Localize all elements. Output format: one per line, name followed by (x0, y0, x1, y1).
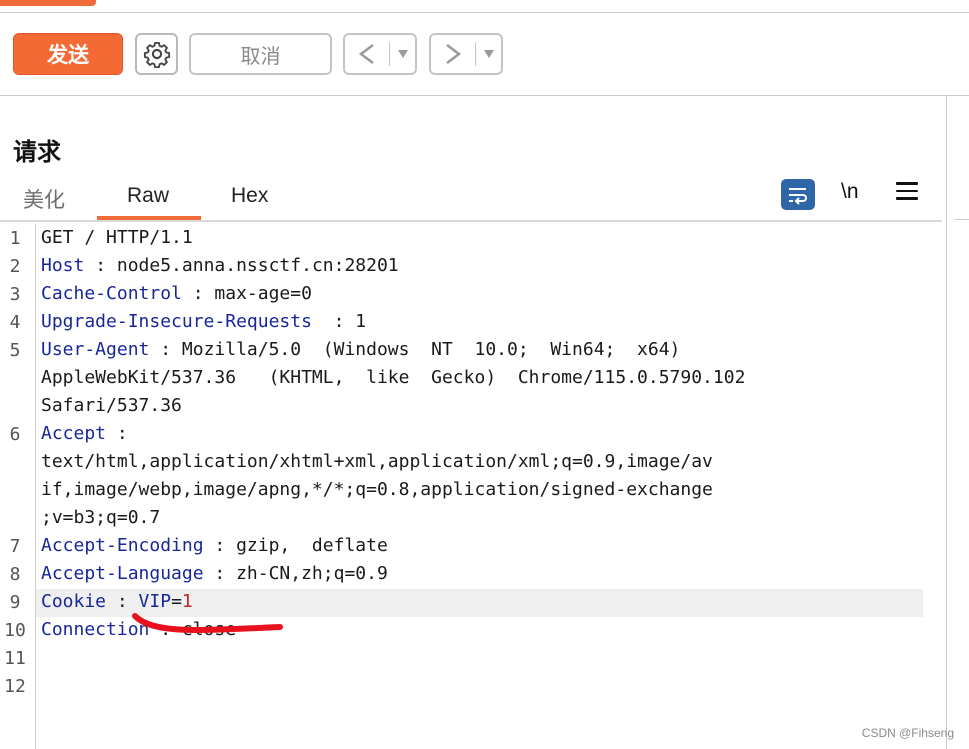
active-tab-indicator (97, 216, 201, 220)
code-line-user-agent-wrap: AppleWebKit/537.36 (KHTML, like Gecko) C… (41, 364, 745, 392)
chevron-left-icon (345, 43, 389, 65)
cancel-button[interactable]: 取消 (189, 33, 332, 75)
header-name: Cache-Control (41, 283, 182, 304)
send-button[interactable]: 发送 (13, 33, 123, 75)
code-line-accept-wrap: ;v=b3;q=0.7 (41, 504, 160, 532)
code-line-accept-wrap: if,image/webp,image/apng,*/*;q=0.8,appli… (41, 476, 713, 504)
line-number: 2 (9, 256, 21, 277)
header-separator: : (203, 563, 237, 584)
word-wrap-button[interactable] (781, 179, 815, 210)
header-value: ;v=b3;q=0.7 (41, 507, 161, 528)
header-name: Upgrade-Insecure-Requests (41, 311, 312, 332)
line-number: 10 (4, 620, 26, 641)
line-number: 12 (4, 676, 26, 697)
code-line-upgrade-insecure: Upgrade-Insecure-Requests : 1 (41, 308, 366, 336)
header-name: Host (41, 255, 85, 276)
header-name: Accept-Language (41, 563, 204, 584)
tab-pretty[interactable]: 美化 (23, 184, 65, 214)
code-line-accept-wrap: text/html,application/xhtml+xml,applicat… (41, 448, 713, 476)
line-number: 3 (9, 284, 21, 305)
header-value: node5.anna.nssctf.cn:28201 (116, 255, 399, 276)
header-separator: : (106, 423, 128, 444)
top-strip (0, 0, 969, 13)
header-name: Accept (41, 423, 107, 444)
watermark: CSDN @Fihseng (861, 726, 954, 740)
header-value: zh-CN,zh;q=0.9 (236, 563, 388, 584)
gear-icon (143, 41, 170, 68)
code-line-user-agent-wrap: Safari/537.36 (41, 392, 182, 420)
line-number: 11 (4, 648, 26, 669)
line-number: 9 (9, 592, 21, 613)
back-button[interactable] (343, 33, 417, 75)
forward-button[interactable] (429, 33, 503, 75)
header-value: 1 (355, 311, 367, 332)
hamburger-menu-icon[interactable] (896, 182, 918, 205)
code-line-accept: Accept : (41, 420, 128, 448)
pane-divider (954, 219, 969, 220)
header-value: text/html,application/xhtml+xml,applicat… (41, 451, 713, 472)
tab-hex[interactable]: Hex (231, 184, 268, 208)
header-name: Cookie (41, 591, 107, 612)
code-line-request: GET / HTTP/1.1 (41, 224, 193, 252)
request-toolbar: 发送 取消 (0, 13, 969, 96)
header-separator: : (181, 283, 215, 304)
word-wrap-icon (789, 187, 807, 205)
line-number: 5 (9, 340, 21, 361)
header-separator: : (311, 311, 356, 332)
line-number: 4 (9, 312, 21, 333)
tab-raw[interactable]: Raw (127, 184, 169, 208)
show-newlines-toggle[interactable]: \n (841, 180, 859, 204)
header-separator: : (149, 339, 182, 360)
caret-down-icon[interactable] (390, 50, 415, 58)
caret-down-icon[interactable] (476, 50, 501, 58)
line-number: 6 (9, 424, 21, 445)
request-line: GET / HTTP/1.1 (41, 227, 193, 248)
line-number: 8 (9, 564, 21, 585)
raw-request-editor[interactable]: 1 2 3 4 5 6 7 8 9 10 11 12 GET / HTTP/1.… (0, 224, 942, 749)
header-value: gzip, deflate (236, 535, 388, 556)
code-line-cache-control: Cache-Control : max-age=0 (41, 280, 312, 308)
header-value: Safari/537.36 (41, 395, 182, 416)
red-annotation-stroke (132, 613, 283, 634)
panel-title: 请求 (13, 139, 61, 166)
header-value: max-age=0 (214, 283, 312, 304)
header-value: if,image/webp,image/apng,*/*;q=0.8,appli… (41, 479, 713, 500)
active-tab-accent (0, 0, 96, 6)
line-number: 7 (9, 536, 21, 557)
header-separator: : (203, 535, 237, 556)
chevron-right-icon (431, 43, 475, 65)
header-value: Mozilla/5.0 (Windows NT 10.0; Win64; x64… (181, 339, 681, 360)
code-line-user-agent: User-Agent : Mozilla/5.0 (Windows NT 10.… (41, 336, 680, 364)
code-line-accept-language: Accept-Language : zh-CN,zh;q=0.9 (41, 560, 388, 588)
header-value: AppleWebKit/537.36 (KHTML, like Gecko) C… (41, 367, 746, 388)
code-line-host: Host : node5.anna.nssctf.cn:28201 (41, 252, 399, 280)
code-line-accept-encoding: Accept-Encoding : gzip, deflate (41, 532, 388, 560)
line-number-gutter: 1 2 3 4 5 6 7 8 9 10 11 12 (0, 224, 36, 749)
header-separator: : (84, 255, 117, 276)
line-number: 1 (9, 228, 21, 249)
settings-button[interactable] (135, 33, 178, 75)
header-name: Accept-Encoding (41, 535, 204, 556)
header-name: User-Agent (41, 339, 150, 360)
